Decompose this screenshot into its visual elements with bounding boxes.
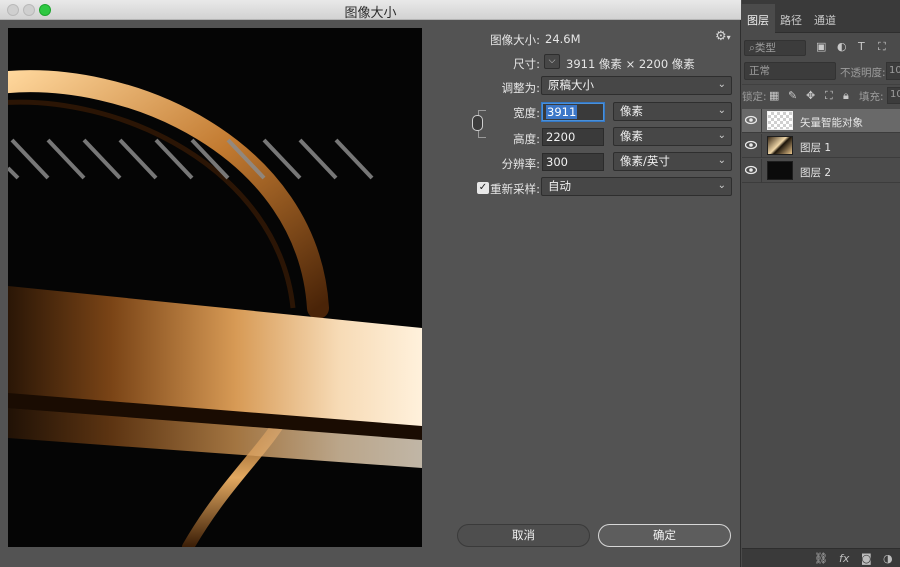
width-value: 3911 — [546, 105, 578, 119]
type-filter-icon[interactable]: T — [858, 40, 865, 53]
layer-thumbnail — [767, 111, 793, 130]
resolution-unit-value: 像素/英寸 — [620, 154, 670, 168]
dimensions-label: 尺寸: — [513, 57, 540, 71]
gold-rings-illustration — [8, 28, 422, 547]
dimensions-unit-dropdown[interactable]: ⌵ — [544, 54, 560, 69]
pixel-filter-icon[interactable]: ▣ — [816, 40, 826, 53]
height-value: 2200 — [546, 130, 576, 144]
chevron-down-icon: ⌄ — [717, 180, 726, 191]
eye-icon[interactable] — [745, 164, 757, 176]
width-label: 宽度: — [513, 106, 540, 120]
layer-thumbnail — [767, 136, 793, 155]
resolution-input[interactable]: 300 — [542, 153, 604, 171]
divider — [761, 134, 762, 158]
height-label: 高度: — [513, 132, 540, 146]
fill-label: 填充: — [859, 91, 884, 103]
layer-thumbnail — [767, 161, 793, 180]
lock-transparent-icon[interactable]: ▦ — [769, 89, 779, 102]
lock-row: 锁定: ▦ ✎ ✥ ⛶ 🔒︎ 填充: 10 — [742, 84, 900, 106]
image-size-dialog: 图像大小 图像大小: 24.6M ⚙▾ 尺寸: ⌵ 3911 像素 × 2200… — [0, 0, 741, 567]
fill-input[interactable]: 10 — [887, 87, 900, 104]
lock-move-icon[interactable]: ✥ — [806, 89, 815, 102]
chevron-down-icon: ⌄ — [717, 105, 726, 116]
chevron-down-icon: ⌄ — [717, 79, 726, 90]
gear-icon[interactable]: ⚙▾ — [715, 29, 731, 44]
resample-value: 自动 — [548, 179, 571, 193]
resolution-label: 分辨率: — [501, 157, 540, 171]
image-preview[interactable] — [8, 28, 422, 547]
height-unit-select[interactable]: 像素 ⌄ — [613, 127, 732, 146]
blend-mode-select[interactable]: 正常 — [744, 62, 836, 80]
layer-name: 图层 1 — [800, 142, 832, 154]
divider — [761, 109, 762, 133]
opacity-label: 不透明度: — [840, 67, 886, 79]
lock-brush-icon[interactable]: ✎ — [788, 89, 797, 102]
image-size-label: 图像大小: — [490, 33, 540, 47]
dimensions-value: 3911 像素 × 2200 像素 — [566, 57, 695, 71]
adjustment-filter-icon[interactable]: ◐ — [837, 40, 847, 53]
layers-panel: 图层 路径 通道 ⌕类型 ▣ ◐ T ⛶ 正常 不透明度: 10 锁定: ▦ ✎… — [742, 0, 900, 567]
opacity-input[interactable]: 10 — [886, 62, 900, 80]
adjustment-layer-icon[interactable]: ◑ — [883, 552, 893, 565]
layer-row[interactable]: 图层 1 — [742, 134, 900, 158]
width-unit-value: 像素 — [620, 104, 643, 118]
blend-mode-value: 正常 — [749, 65, 770, 77]
panel-tabs: 图层 路径 通道 — [742, 0, 900, 34]
dialog-title: 图像大小 — [344, 6, 397, 21]
tab-layers[interactable]: 图层 — [747, 12, 769, 28]
layer-row[interactable]: 图层 2 — [742, 159, 900, 183]
chevron-down-icon: ⌄ — [717, 155, 726, 166]
resample-label: 重新采样: — [490, 182, 540, 196]
fx-icon[interactable]: fx — [839, 552, 849, 565]
lock-artboard-icon[interactable]: ⛶ — [825, 89, 833, 103]
height-input[interactable]: 2200 — [542, 128, 604, 146]
layers-bottom-bar: ⛓ fx ◙ ◑ — [742, 548, 900, 567]
tab-paths[interactable]: 路径 — [780, 12, 802, 28]
ok-button[interactable]: 确定 — [598, 524, 731, 547]
image-size-value: 24.6M — [545, 32, 581, 46]
chevron-down-icon: ⌵ — [548, 56, 556, 66]
lock-all-icon[interactable]: 🔒︎ — [843, 89, 849, 103]
title-bar: 图像大小 — [0, 0, 741, 21]
fit-to-label: 调整为: — [501, 81, 540, 95]
fit-to-value: 原稿大小 — [548, 78, 594, 92]
resolution-unit-select[interactable]: 像素/英寸 ⌄ — [613, 152, 732, 171]
resample-select[interactable]: 自动 ⌄ — [541, 177, 732, 196]
resolution-value: 300 — [546, 155, 568, 169]
filter-value: 类型 — [754, 42, 776, 54]
width-unit-select[interactable]: 像素 ⌄ — [613, 102, 732, 121]
eye-icon[interactable] — [745, 139, 757, 151]
divider — [761, 159, 762, 183]
layer-filter-select[interactable]: ⌕类型 — [744, 40, 806, 56]
shape-filter-icon[interactable]: ⛶ — [878, 40, 886, 54]
layer-name: 图层 2 — [800, 167, 832, 179]
layer-name: 矢量智能对象 — [800, 117, 863, 129]
eye-icon[interactable] — [745, 114, 757, 126]
cancel-button[interactable]: 取消 — [457, 524, 590, 547]
fit-to-select[interactable]: 原稿大小 ⌄ — [541, 76, 732, 95]
height-unit-value: 像素 — [620, 129, 643, 143]
width-input[interactable]: 3911 — [542, 103, 604, 121]
link-layers-icon[interactable]: ⛓ — [814, 552, 828, 565]
layer-row[interactable]: 矢量智能对象 — [742, 109, 900, 133]
mask-icon[interactable]: ◙ — [861, 552, 872, 565]
lock-label: 锁定: — [742, 91, 767, 103]
chevron-down-icon: ⌄ — [717, 130, 726, 141]
tab-channels[interactable]: 通道 — [814, 12, 836, 28]
